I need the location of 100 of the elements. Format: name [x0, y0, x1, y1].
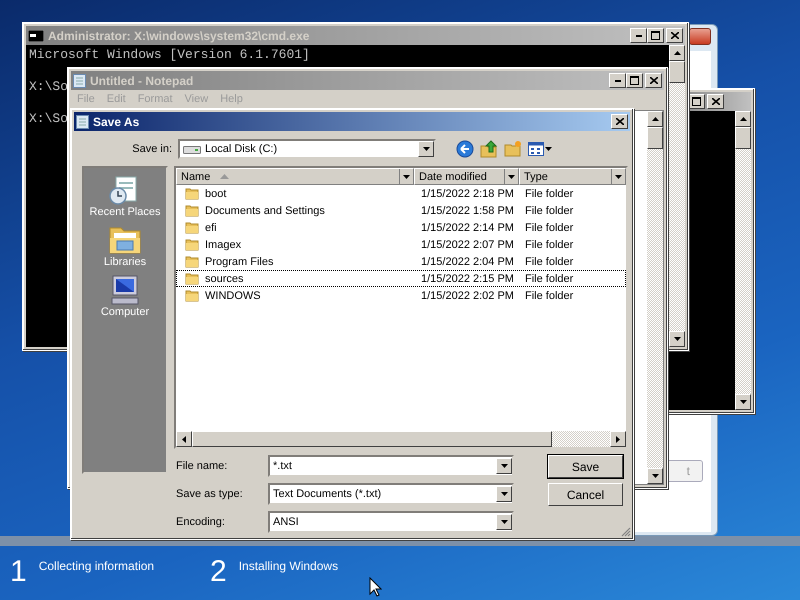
dropdown-arrow-icon: [403, 174, 410, 178]
combo-field[interactable]: ANSI: [268, 511, 514, 533]
file-name: boot: [205, 188, 226, 200]
file-row[interactable]: Documents and Settings 1/15/2022 1:58 PM File folder: [176, 202, 626, 219]
close-icon: [616, 118, 624, 125]
file-row[interactable]: boot 1/15/2022 2:18 PM File folder: [176, 185, 626, 202]
field-label: File name:: [175, 460, 228, 472]
view-grid-icon: [528, 142, 544, 156]
step-label: Installing Windows: [238, 559, 338, 573]
maximize-button[interactable]: [647, 28, 664, 43]
folder-icon: [185, 204, 199, 217]
scroll-up-button[interactable]: [735, 111, 751, 127]
minimize-button[interactable]: [630, 28, 647, 43]
step-number: 2: [210, 554, 227, 590]
minimize-icon: [636, 34, 642, 36]
scrollbar[interactable]: [647, 111, 663, 484]
column-header[interactable]: Date modified: [414, 168, 519, 185]
scroll-thumb[interactable]: [192, 431, 552, 447]
step-number: 1: [10, 554, 27, 590]
console-line: X:\So: [29, 111, 68, 127]
scroll-left-icon: [182, 436, 186, 442]
dropdown-arrow-icon: [500, 520, 508, 524]
file-row[interactable]: WINDOWS 1/15/2022 2:02 PM File folder: [176, 287, 626, 304]
caret-icon: [545, 147, 552, 151]
dropdown-arrow-icon: [500, 464, 508, 468]
sort-arrow-icon: [220, 174, 230, 179]
column-header[interactable]: Type: [519, 168, 626, 185]
place-item[interactable]: Computer: [85, 274, 165, 318]
notepad-icon: [76, 114, 89, 129]
close-icon: [650, 77, 658, 84]
field-label: Encoding:: [175, 516, 226, 528]
dropdown-arrow-icon: [508, 174, 515, 178]
type-cell-text: File folder: [524, 238, 574, 250]
scrollbar[interactable]: [735, 111, 751, 410]
file-name: Program Files: [205, 256, 274, 268]
folder-icon: [185, 221, 199, 234]
scroll-down-button[interactable]: [669, 331, 685, 347]
file-name: WINDOWS: [205, 290, 261, 302]
scroll-up-icon: [740, 117, 746, 121]
maximize-icon: [630, 76, 639, 85]
date-cell-text: 1/15/2022 2:15 PM: [420, 272, 515, 284]
mouse-pointer-icon: [369, 577, 382, 597]
date-cell-text: 1/15/2022 1:58 PM: [420, 204, 515, 216]
scroll-thumb[interactable]: [735, 127, 751, 149]
file-name: Imagex: [205, 238, 242, 250]
maximize-icon: [651, 31, 660, 40]
dialog-button[interactable]: Save: [548, 455, 623, 478]
column-header[interactable]: Name: [176, 168, 414, 185]
file-name: Documents and Settings: [205, 204, 325, 216]
console-line: Microsoft Windows [Version 6.1.7601]: [29, 47, 310, 63]
minimize-button[interactable]: [609, 73, 626, 88]
scroll-down-button[interactable]: [735, 394, 751, 410]
scrollbar[interactable]: [669, 45, 685, 347]
folder-icon: [185, 255, 199, 268]
file-row[interactable]: sources 1/15/2022 2:15 PM File folder: [176, 270, 626, 287]
window-title: Administrator: X:\windows\system32\cmd.exe: [48, 28, 310, 42]
console-icon: [28, 30, 44, 42]
dialog-button[interactable]: Cancel: [548, 483, 623, 506]
scroll-down-button[interactable]: [647, 468, 663, 484]
save-in-label: Save in:: [131, 143, 172, 155]
type-cell-text: File folder: [524, 290, 574, 302]
folder-icon: [185, 289, 199, 302]
scroll-up-button[interactable]: [647, 111, 663, 127]
file-row[interactable]: efi 1/15/2022 2:14 PM File folder: [176, 219, 626, 236]
folder-icon: [185, 238, 199, 251]
scroll-thumb[interactable]: [647, 127, 663, 149]
horizontal-scrollbar[interactable]: [176, 431, 626, 447]
type-cell-text: File folder: [524, 188, 574, 200]
place-item[interactable]: Libraries: [85, 224, 165, 268]
drive-icon: [183, 144, 201, 154]
resize-grip-icon[interactable]: [620, 526, 631, 537]
close-icon: [670, 32, 678, 39]
folder-icon: [185, 187, 199, 200]
file-row[interactable]: Imagex 1/15/2022 2:07 PM File folder: [176, 236, 626, 253]
back-button[interactable]: [456, 140, 474, 158]
file-name: sources: [205, 272, 244, 284]
scroll-up-button[interactable]: [669, 45, 685, 61]
scroll-down-icon: [674, 337, 680, 341]
maximize-button[interactable]: [626, 73, 643, 88]
scroll-down-icon: [740, 400, 746, 404]
file-name: efi: [205, 222, 217, 234]
view-menu-button[interactable]: [528, 142, 552, 156]
scroll-right-icon: [616, 436, 620, 442]
type-cell-text: File folder: [524, 222, 574, 234]
file-row[interactable]: Program Files 1/15/2022 2:04 PM File folder: [176, 253, 626, 270]
dropdown-arrow-icon: [615, 174, 622, 178]
date-cell-text: 1/15/2022 2:02 PM: [420, 290, 515, 302]
scroll-thumb[interactable]: [669, 61, 685, 83]
close-icon: [712, 98, 720, 105]
scroll-left-button[interactable]: [176, 431, 192, 447]
field-label: Save as type:: [175, 488, 244, 500]
scroll-right-button[interactable]: [610, 431, 626, 447]
place-item[interactable]: Recent Places: [85, 174, 165, 218]
dialog-title: Save As: [93, 114, 140, 128]
combo-field[interactable]: Text Documents (*.txt): [268, 483, 514, 505]
up-folder-button[interactable]: [480, 140, 498, 158]
save-in-dropdown[interactable]: Local Disk (C:): [178, 139, 436, 159]
step-label: Collecting information: [38, 559, 154, 573]
combo-field[interactable]: *.txt: [268, 455, 514, 477]
window-title: Untitled - Notepad: [90, 74, 194, 88]
